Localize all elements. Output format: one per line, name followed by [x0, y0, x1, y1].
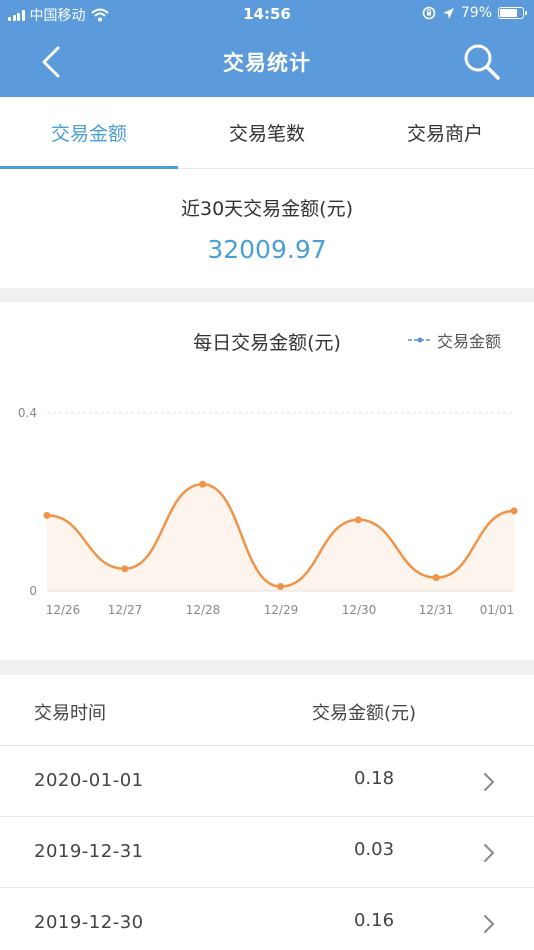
row-amount: 0.16	[353, 910, 395, 931]
summary-panel: 近30天交易金额(元) 32009.97	[0, 170, 534, 288]
x-tick-label: 12/30	[342, 603, 377, 617]
legend-line-icon	[407, 337, 432, 343]
data-point	[510, 507, 518, 515]
chevron-right-icon	[484, 773, 495, 791]
x-tick-label: 12/28	[186, 603, 221, 617]
data-point	[121, 565, 129, 573]
y-tick-label: 0	[29, 584, 37, 598]
data-point	[354, 516, 362, 524]
chevron-right-icon	[484, 844, 495, 862]
table-row[interactable]: 2019-12-30 0.16	[0, 888, 534, 950]
top-header: 中国移动 14:56 79% 交易统计	[0, 0, 534, 97]
table-row[interactable]: 2019-12-31 0.03	[0, 817, 534, 888]
tab-bar: 交易金额 交易笔数 交易商户	[0, 97, 534, 169]
data-point	[432, 574, 440, 582]
table-header: 交易时间 交易金额(元)	[0, 675, 534, 746]
page-title: 交易统计	[223, 51, 311, 75]
section-divider	[0, 288, 534, 302]
x-tick-label: 12/27	[108, 603, 143, 617]
series-area	[47, 484, 514, 591]
x-tick-label: 12/26	[46, 603, 81, 617]
row-amount: 0.18	[353, 768, 395, 789]
legend-label: 交易金额	[436, 332, 501, 351]
transactions-table: 交易时间 交易金额(元) 2020-01-01 0.18 2019-12-31 …	[0, 675, 534, 950]
section-divider	[0, 660, 534, 675]
tab-amount[interactable]: 交易金额	[0, 97, 178, 169]
data-point	[43, 511, 51, 519]
table-row[interactable]: 2020-01-01 0.18	[0, 746, 534, 817]
chart-legend[interactable]: 交易金额	[407, 328, 501, 352]
status-right: 79%	[422, 5, 527, 21]
chevron-right-icon	[484, 915, 495, 933]
data-point	[199, 480, 207, 488]
header-time: 交易时间	[34, 703, 106, 724]
orientation-lock-icon	[422, 6, 436, 20]
data-point	[277, 583, 284, 591]
battery-icon	[498, 7, 527, 19]
tab-merchants[interactable]: 交易商户	[356, 97, 534, 168]
summary-label: 近30天交易金额(元)	[180, 198, 353, 220]
row-date: 2020-01-01	[34, 770, 144, 791]
y-tick-label: 0.4	[18, 406, 37, 420]
tab-count[interactable]: 交易笔数	[178, 97, 356, 168]
summary-value: 32009.97	[207, 235, 327, 264]
row-date: 2019-12-30	[34, 912, 144, 933]
chart-card: 0 0.4 12/26 12/27 12/28 12/29 12/30 12/31 01/01 …	[0, 302, 534, 660]
x-tick-label: 12/29	[264, 603, 299, 617]
daily-amount-chart: 0 0.4 12/26 12/27 12/28 12/29 12/30 12/31 01/01	[18, 406, 518, 617]
row-amount: 0.03	[353, 839, 395, 860]
status-bar: 中国移动 14:56 79%	[0, 0, 534, 28]
location-arrow-icon	[442, 7, 454, 19]
header-amount: 交易金额(元)	[312, 703, 417, 724]
x-tick-label: 12/31	[419, 603, 454, 617]
search-button[interactable]	[460, 40, 504, 84]
x-tick-label: 01/01	[480, 603, 515, 617]
row-date: 2019-12-31	[34, 841, 144, 862]
battery-percent: 79%	[460, 5, 492, 21]
search-icon	[464, 44, 500, 80]
